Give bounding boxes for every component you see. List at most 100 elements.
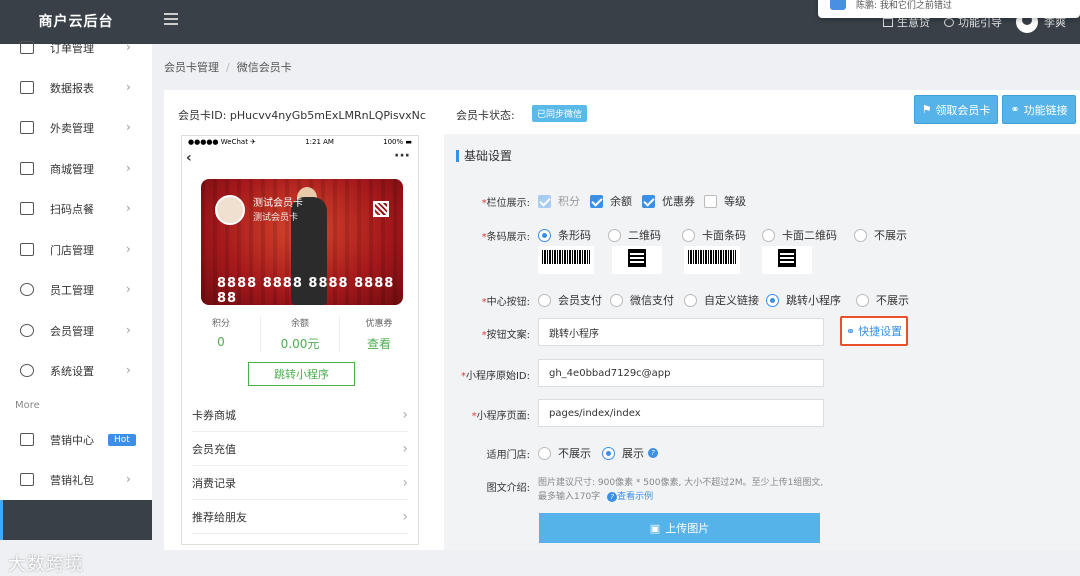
- sidebar-item-orders[interactable]: 订单管理 ›: [0, 28, 152, 68]
- sidebar-item-active[interactable]: [0, 500, 152, 540]
- list-item[interactable]: 会员充值 ›: [192, 432, 408, 466]
- radio-wechat-pay[interactable]: 微信支付: [610, 292, 674, 308]
- smile-icon: [20, 324, 34, 337]
- link-icon: ⚭: [845, 324, 856, 338]
- member-card: 测试会员卡 测试会员卡 8888 8888 8888 8888 88: [201, 179, 403, 305]
- radio-store-hide[interactable]: 不展示: [538, 445, 591, 461]
- menu-toggle-icon[interactable]: [164, 13, 178, 25]
- checkbox-level[interactable]: 等级: [704, 193, 746, 209]
- sidebar-item-marketing[interactable]: 营销中心 Hot: [0, 420, 152, 460]
- list-item[interactable]: 卡券商城 ›: [192, 398, 408, 432]
- radio-barcode-hide[interactable]: 不展示: [854, 227, 907, 243]
- chevron-right-icon: ›: [126, 161, 131, 175]
- intro-help-text: 图片建议尺寸: 900像素 * 500像素, 大小不超过2M。至少上传1组图文,…: [538, 478, 824, 502]
- radio-card-qrcode[interactable]: 卡面二维码: [762, 227, 837, 243]
- sidebar-item-gift[interactable]: 营销礼包 ›: [0, 460, 152, 500]
- stat-balance: 余额 0.00元: [261, 316, 340, 352]
- checkbox-coupons[interactable]: 优惠券: [642, 193, 695, 209]
- chevron-right-icon: ›: [126, 323, 131, 337]
- card-title: 测试会员卡: [253, 198, 303, 209]
- checkbox-points: 积分: [538, 193, 580, 209]
- notification-toast[interactable]: 陈鹏: 我和它们之前错过: [818, 0, 1080, 18]
- sidebar-item-members[interactable]: 会员管理 ›: [0, 311, 152, 351]
- sidebar-item-scan-order[interactable]: 扫码点餐 ›: [0, 189, 152, 229]
- radio-card-barcode[interactable]: 卡面条码: [682, 227, 746, 243]
- radio-center-hide[interactable]: 不展示: [856, 292, 909, 308]
- settings-title: 基础设置: [456, 150, 512, 162]
- card-avatar: [215, 195, 245, 225]
- card-id-label: 会员卡ID: pHucvv4nyGb5mExLMRnLQPisvxNc: [178, 109, 426, 122]
- radio-barcode[interactable]: 条形码: [538, 227, 591, 243]
- mini-page-input[interactable]: pages/index/index: [538, 399, 824, 427]
- main-content: 会员卡管理 / 微信会员卡 会员卡ID: pHucvv4nyGb5mExLMRnLQ…: [152, 44, 1080, 550]
- chevron-right-icon: ›: [402, 474, 408, 491]
- status-badge: 已同步微信: [532, 105, 588, 122]
- card-subtitle: 测试会员卡: [253, 213, 299, 223]
- chevron-right-icon: ›: [126, 201, 131, 215]
- gift-icon: [20, 473, 34, 486]
- store-label: 适用门店:: [486, 450, 530, 461]
- sidebar-item-takeout[interactable]: 外卖管理 ›: [0, 108, 152, 148]
- list-item[interactable]: 消费记录 ›: [192, 466, 408, 500]
- upload-image-button[interactable]: ▣ 上传图片: [539, 513, 820, 543]
- top-bar: 商户云后台 生意贷 功能引导 李爽 陈鹏: 我和它们之前错过: [0, 0, 1080, 44]
- radio-member-pay[interactable]: 会员支付: [538, 292, 602, 308]
- grid-icon: [20, 433, 34, 446]
- stat-points: 积分 0: [182, 316, 261, 352]
- chevron-right-icon: ›: [402, 440, 408, 457]
- columns-label: *栏位展示:: [481, 198, 530, 209]
- card-barcode-sample-image: [684, 246, 740, 274]
- mini-id-label: *小程序原始ID:: [460, 371, 530, 382]
- checkbox-balance[interactable]: 余额: [590, 193, 632, 209]
- function-link-button[interactable]: ⚭ 功能链接: [1002, 95, 1076, 124]
- sidebar-item-stores[interactable]: 门店管理 ›: [0, 230, 152, 270]
- card-stats: 积分 0 余额 0.00元 优惠券 查看: [182, 316, 418, 352]
- chevron-right-icon: ›: [126, 363, 131, 377]
- phone-preview: ●●●●● WeChat ✈ 1:21 AM 100% ▬ ‹ ··· 测试会员卡 测…: [181, 135, 419, 545]
- qr-icon: [373, 201, 389, 217]
- sidebar-item-staff[interactable]: 员工管理 ›: [0, 270, 152, 310]
- more-icon[interactable]: ···: [394, 148, 410, 164]
- chevron-right-icon: ›: [126, 282, 131, 296]
- hot-badge: Hot: [108, 434, 136, 446]
- cart-icon: [20, 41, 34, 54]
- help-icon[interactable]: ?: [648, 448, 658, 458]
- sidebar-item-settings[interactable]: 系统设置 ›: [0, 351, 152, 391]
- quick-setting-button[interactable]: ⚭ 快捷设置: [840, 316, 908, 346]
- intro-label: 图文介绍:: [486, 483, 530, 494]
- radio-jump-miniprogram[interactable]: 跳转小程序: [766, 292, 841, 308]
- chevron-right-icon: ›: [126, 40, 131, 54]
- doc-icon: [883, 17, 893, 27]
- radio-store-show[interactable]: 展示?: [602, 445, 658, 461]
- cup-icon: [20, 202, 34, 215]
- qrcode-sample-image: [612, 246, 662, 274]
- barcode-sample-image: [538, 246, 594, 274]
- sidebar-more-label: More: [15, 400, 40, 411]
- card-number: 8888 8888 8888 8888 88: [217, 276, 395, 305]
- card-qrcode-sample-image: [762, 246, 812, 274]
- watermark-logo: 大数跨境: [8, 554, 84, 575]
- radio-custom-link[interactable]: 自定义链接: [684, 292, 759, 308]
- stat-coupons[interactable]: 优惠券 查看: [340, 316, 418, 352]
- list-item[interactable]: 推荐给朋友 ›: [192, 500, 408, 534]
- jump-miniprogram-button[interactable]: 跳转小程序: [248, 362, 355, 386]
- chat-icon: [830, 0, 846, 10]
- link-icon: ⚭: [1010, 103, 1020, 116]
- image-icon: ▣: [649, 521, 661, 535]
- button-text-input[interactable]: 跳转小程序: [538, 318, 824, 346]
- back-icon[interactable]: ‹: [186, 150, 192, 166]
- radio-qrcode[interactable]: 二维码: [608, 227, 661, 243]
- view-example-link[interactable]: 查看示例: [617, 492, 653, 502]
- help-icon: ?: [607, 492, 618, 502]
- chevron-right-icon: ›: [126, 472, 131, 486]
- mini-page-label: *小程序页面:: [471, 411, 530, 422]
- sidebar-item-mall[interactable]: 商城管理 ›: [0, 149, 152, 189]
- receive-card-button[interactable]: ⚑ 领取会员卡: [914, 95, 998, 124]
- chevron-right-icon: ›: [126, 242, 131, 256]
- home-icon: [20, 243, 34, 256]
- breadcrumb-card-manage[interactable]: 会员卡管理: [164, 61, 219, 74]
- breadcrumb-wechat-card: 微信会员卡: [236, 61, 292, 74]
- sidebar-item-reports[interactable]: 数据报表 ›: [0, 68, 152, 108]
- mini-id-input[interactable]: gh_4e0bbad7129c@app: [538, 359, 824, 387]
- breadcrumb: 会员卡管理 / 微信会员卡: [164, 61, 292, 74]
